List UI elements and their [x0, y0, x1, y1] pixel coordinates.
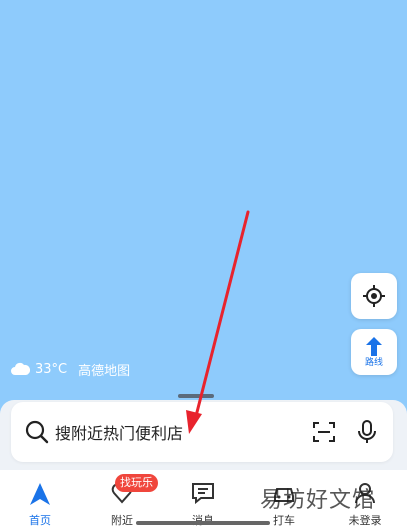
search-bar[interactable]: [11, 402, 393, 462]
message-icon: [192, 483, 214, 504]
tab-messages-label: 消息: [163, 512, 243, 528]
tab-nearby-label: 附近: [111, 514, 133, 527]
nearby-promo-badge[interactable]: 找玩乐: [115, 474, 158, 492]
route-arrow-icon: [366, 337, 382, 356]
watermark-text: 易坊好文馆: [260, 488, 376, 513]
search-icon: [25, 420, 49, 444]
sheet-drag-handle[interactable]: [178, 394, 214, 398]
tab-profile-label: 未登录: [348, 514, 382, 527]
tab-taxi-label: 打车: [273, 514, 295, 527]
map-brand: 高德地图: [78, 363, 131, 379]
microphone-icon[interactable]: [357, 420, 377, 444]
weather-info: 33°C 高德地图: [10, 359, 130, 379]
home-indicator: [136, 521, 270, 525]
tab-home-label: 首页: [29, 514, 51, 527]
navigation-arrow-icon: [30, 483, 50, 505]
scan-icon[interactable]: [312, 421, 336, 443]
search-input[interactable]: [55, 420, 295, 446]
locate-button[interactable]: [351, 273, 397, 319]
weather-temperature: 33°C: [35, 361, 68, 377]
tab-home[interactable]: 首页: [0, 470, 80, 529]
crosshair-icon: [363, 285, 385, 307]
route-label: 路线: [364, 358, 383, 368]
cloud-icon: [11, 362, 30, 375]
route-button[interactable]: 路线: [351, 329, 397, 375]
